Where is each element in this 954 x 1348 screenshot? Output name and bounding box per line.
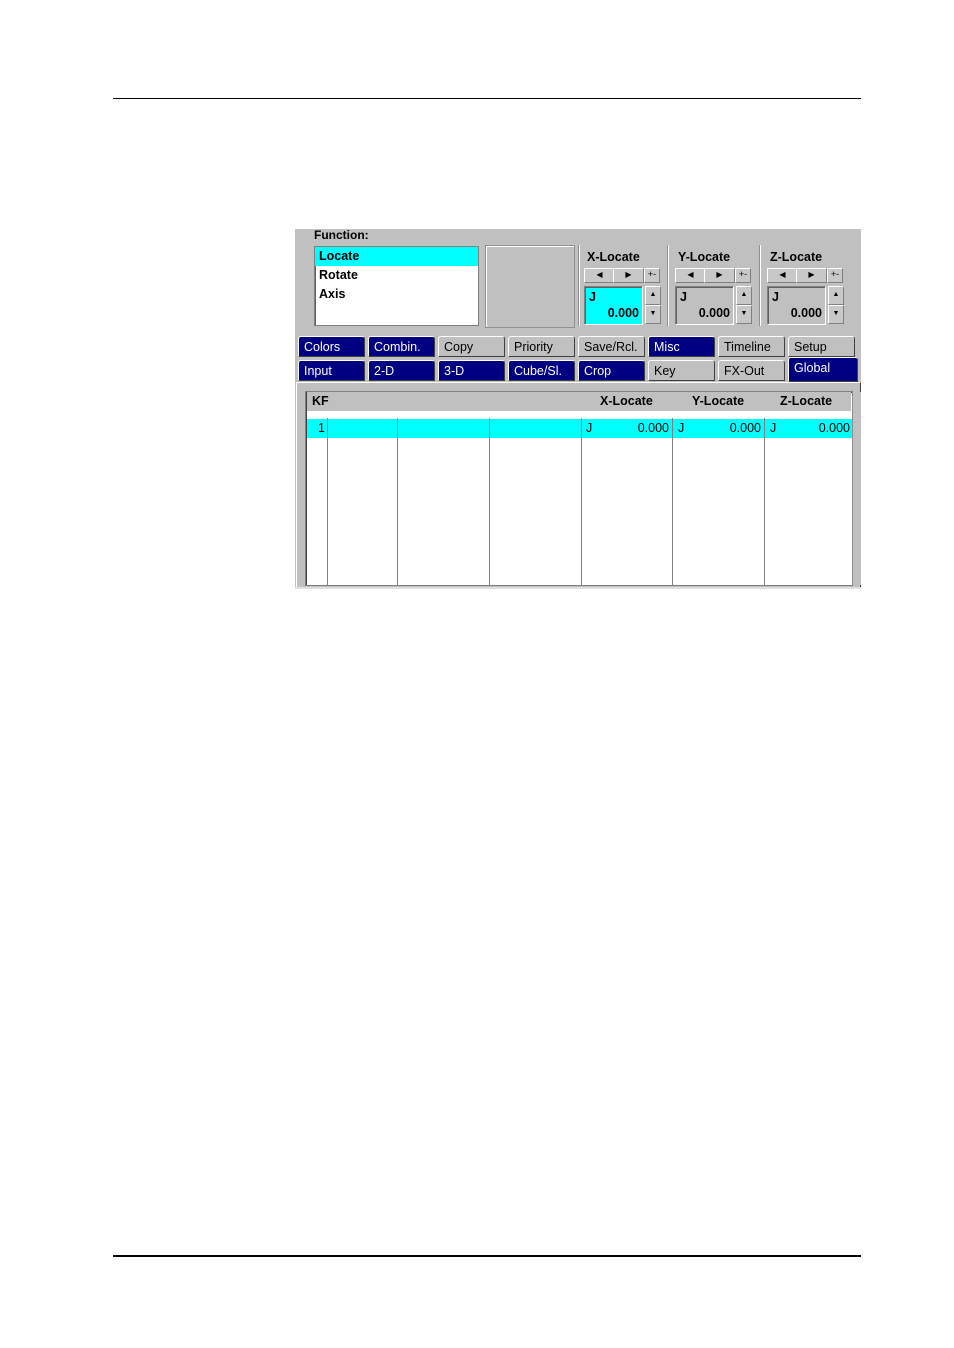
tab-key[interactable]: Key <box>648 360 715 381</box>
column-separator <box>397 418 398 585</box>
x-locate-title: X-Locate <box>587 250 640 264</box>
y-locate-value-field[interactable]: J 0.000 <box>675 286 734 325</box>
tab-save-rcl[interactable]: Save/Rcl. <box>578 336 645 357</box>
table-header: KF X-Locate Y-Locate Z-Locate <box>307 392 851 412</box>
column-separator <box>489 418 490 585</box>
y-plusminus-icon[interactable]: +- <box>735 268 751 283</box>
column-separator <box>581 418 582 585</box>
tab-input[interactable]: Input <box>298 360 365 381</box>
y-right-arrow-icon[interactable]: ▶ <box>704 268 735 283</box>
z-plusminus-icon[interactable]: +- <box>827 268 843 283</box>
z-value: 0.000 <box>790 306 822 320</box>
tab-copy[interactable]: Copy <box>438 336 505 357</box>
x-locate-group: X-Locate ◀ ▶ +- J 0.000 ▲ ▼ <box>584 249 664 327</box>
column-separator <box>327 418 328 585</box>
header-rule <box>113 98 861 99</box>
tab-misc[interactable]: Misc <box>648 336 715 357</box>
tab-2d[interactable]: 2-D <box>368 360 435 381</box>
x-down-arrow-icon[interactable]: ▼ <box>645 305 661 324</box>
empty-area <box>485 245 575 328</box>
tab-row-2: Input 2-D 3-D Cube/Sl. Crop Key FX-Out G… <box>298 357 858 382</box>
vertical-scrollbar[interactable] <box>852 392 861 585</box>
function-label: Function: <box>314 228 369 242</box>
x-locate-value-field[interactable]: J 0.000 <box>584 286 643 325</box>
y-left-arrow-icon[interactable]: ◀ <box>675 268 706 283</box>
cell-z-value: 0.000 <box>818 421 850 435</box>
y-down-arrow-icon[interactable]: ▼ <box>736 305 752 324</box>
function-item-rotate[interactable]: Rotate <box>315 266 478 285</box>
divider <box>578 245 580 326</box>
y-locate-title: Y-Locate <box>678 250 731 264</box>
tab-combin[interactable]: Combin. <box>368 336 435 357</box>
footer-rule <box>113 1255 861 1257</box>
tab-row-1: Colors Combin. Copy Priority Save/Rcl. M… <box>298 336 858 358</box>
tab-cube-sl[interactable]: Cube/Sl. <box>508 360 575 381</box>
divider <box>759 245 761 326</box>
tab-setup[interactable]: Setup <box>788 336 855 357</box>
column-separator <box>764 418 765 585</box>
z-down-arrow-icon[interactable]: ▼ <box>828 305 844 324</box>
y-up-arrow-icon[interactable]: ▲ <box>736 286 752 305</box>
z-right-arrow-icon[interactable]: ▶ <box>796 268 827 283</box>
z-up-arrow-icon[interactable]: ▲ <box>828 286 844 305</box>
z-mode: J <box>772 290 779 304</box>
header-x-locate: X-Locate <box>600 394 653 408</box>
cell-kf: 1 <box>318 421 325 435</box>
tab-priority[interactable]: Priority <box>508 336 575 357</box>
table-row[interactable]: 1 J 0.000 J 0.000 J 0.000 <box>307 419 852 438</box>
panel-bottom-edge <box>295 587 861 589</box>
header-kf: KF <box>312 394 329 408</box>
cell-x-mode: J <box>586 421 593 435</box>
tab-pane: KF X-Locate Y-Locate Z-Locate 1 J 0.000 … <box>296 382 861 589</box>
y-value: 0.000 <box>698 306 730 320</box>
cell-x-value: 0.000 <box>637 421 669 435</box>
tab-colors[interactable]: Colors <box>298 336 365 357</box>
tab-3d[interactable]: 3-D <box>438 360 505 381</box>
function-item-axis[interactable]: Axis <box>315 285 478 304</box>
x-value: 0.000 <box>607 306 639 320</box>
y-locate-group: Y-Locate ◀ ▶ +- J 0.000 ▲ ▼ <box>675 249 755 327</box>
header-z-locate: Z-Locate <box>780 394 833 408</box>
cell-z-mode: J <box>770 421 777 435</box>
x-mode: J <box>589 290 596 304</box>
x-plusminus-icon[interactable]: +- <box>644 268 660 283</box>
tab-timeline[interactable]: Timeline <box>718 336 785 357</box>
x-right-arrow-icon[interactable]: ▶ <box>613 268 644 283</box>
function-item-locate[interactable]: Locate <box>315 247 478 266</box>
divider <box>667 245 669 326</box>
x-left-arrow-icon[interactable]: ◀ <box>584 268 615 283</box>
tab-global[interactable]: Global <box>788 357 858 382</box>
cell-y-mode: J <box>678 421 685 435</box>
tab-crop[interactable]: Crop <box>578 360 645 381</box>
function-list[interactable]: Locate Rotate Axis <box>314 246 479 326</box>
z-locate-value-field[interactable]: J 0.000 <box>767 286 826 325</box>
cell-y-value: 0.000 <box>729 421 761 435</box>
header-y-locate: Y-Locate <box>692 394 745 408</box>
keyframe-table: KF X-Locate Y-Locate Z-Locate 1 J 0.000 … <box>305 391 861 586</box>
z-locate-group: Z-Locate ◀ ▶ +- J 0.000 ▲ ▼ <box>767 249 847 327</box>
y-mode: J <box>680 290 687 304</box>
x-up-arrow-icon[interactable]: ▲ <box>645 286 661 305</box>
tab-fx-out[interactable]: FX-Out <box>718 360 785 381</box>
global-locate-panel: Function: Locate Rotate Axis X-Locate ◀ … <box>295 228 861 589</box>
z-left-arrow-icon[interactable]: ◀ <box>767 268 798 283</box>
column-separator <box>672 418 673 585</box>
z-locate-title: Z-Locate <box>770 250 823 264</box>
